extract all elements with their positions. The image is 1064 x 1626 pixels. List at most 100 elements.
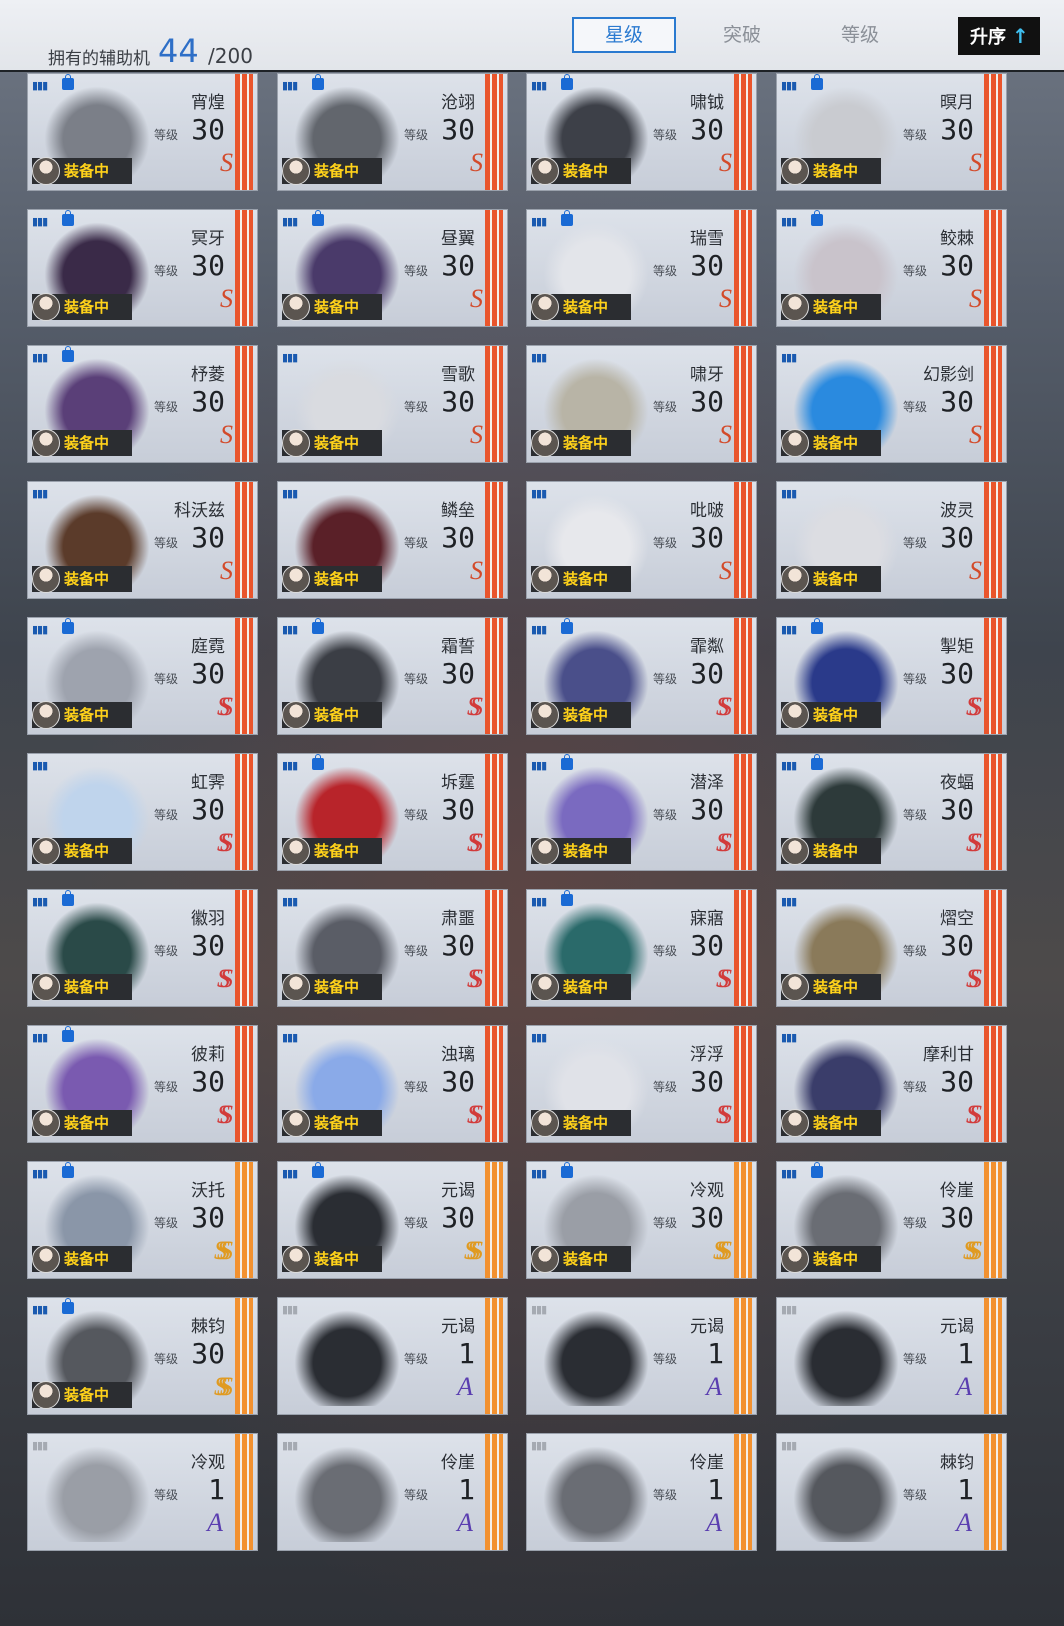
rank-badge: S (969, 148, 982, 177)
support-unit-card[interactable]: ▮▮▮ 暝月 等级 30 S 装备中 (776, 73, 1007, 191)
arrow-up-icon: ↑ (1012, 24, 1029, 48)
support-unit-card[interactable]: ▮▮▮ 潜泽 等级 30 SS 装备中 (526, 753, 757, 871)
rank-badge: SS (966, 1100, 982, 1129)
support-unit-card[interactable]: ▮▮▮ 熠空 等级 30 SS 装备中 (776, 889, 1007, 1007)
unit-level: 30 (940, 657, 974, 690)
pilot-avatar (531, 1245, 559, 1273)
pilot-avatar (32, 429, 60, 457)
level-label: 等级 (154, 672, 179, 686)
unit-level: 30 (191, 249, 225, 282)
support-unit-card[interactable]: ▮▮▮ 宵煌 等级 30 S 装备中 (27, 73, 258, 191)
rank-badge: S (470, 420, 483, 449)
support-unit-card[interactable]: ▮▮▮ 沧翊 等级 30 S 装备中 (277, 73, 508, 191)
owned-label: 拥有的辅助机 (48, 49, 150, 69)
support-unit-card[interactable]: ▮▮▮ 元谒 等级 1 A (277, 1297, 508, 1415)
sort-label: 升序 (970, 27, 1006, 48)
support-unit-card[interactable]: ▮▮▮ 鲛棘 等级 30 S 装备中 (776, 209, 1007, 327)
support-unit-card[interactable]: ▮▮▮ 昼翼 等级 30 S 装备中 (277, 209, 508, 327)
support-unit-card[interactable]: ▮▮▮ 掣矩 等级 30 SS 装备中 (776, 617, 1007, 735)
unit-name: 元谒 (690, 1317, 724, 1337)
level-label: 等级 (154, 1080, 179, 1094)
unit-name: 摩利甘 (923, 1045, 974, 1065)
support-unit-card[interactable]: ▮▮▮ 虹霁 等级 30 SS 装备中 (27, 753, 258, 871)
unit-portrait (294, 1446, 400, 1542)
tab-star[interactable]: 星级 (572, 17, 676, 53)
support-unit-card[interactable]: ▮▮▮ 雪歌 等级 30 S 装备中 (277, 345, 508, 463)
rank-badge: SS (217, 828, 233, 857)
support-unit-card[interactable]: ▮▮▮ 棘钧 等级 30 SSS 装备中 (27, 1297, 258, 1415)
support-unit-card[interactable]: ▮▮▮ 元谒 等级 1 A (776, 1297, 1007, 1415)
header-bar: 拥有的辅助机 44 /200 星级 突破 等级 升序 ↑ (0, 0, 1064, 72)
support-unit-card[interactable]: ▮▮▮ 伶崖 等级 1 A (526, 1433, 757, 1551)
tab-level[interactable]: 等级 (808, 17, 912, 53)
support-unit-card[interactable]: ▮▮▮ 浊璃 等级 30 SS 装备中 (277, 1025, 508, 1143)
rarity-stripes (984, 618, 1002, 734)
support-unit-card[interactable]: ▮▮▮ 冥牙 等级 30 S 装备中 (27, 209, 258, 327)
support-unit-card[interactable]: ▮▮▮ 冷观 等级 30 SSS 装备中 (526, 1161, 757, 1279)
unit-name: 鲛棘 (940, 229, 974, 249)
support-unit-card[interactable]: ▮▮▮ 庭霓 等级 30 SS 装备中 (27, 617, 258, 735)
unit-name: 宵煌 (191, 93, 225, 113)
support-unit-card[interactable]: ▮▮▮ 伶崖 等级 30 SSS 装备中 (776, 1161, 1007, 1279)
support-unit-card[interactable]: ▮▮▮ 肃噩 等级 30 SS 装备中 (277, 889, 508, 1007)
unit-level: 30 (940, 521, 974, 554)
level-label: 等级 (404, 400, 429, 414)
pilot-avatar (282, 1109, 310, 1137)
support-unit-card[interactable]: ▮▮▮ 霏粼 等级 30 SS 装备中 (526, 617, 757, 735)
unit-level: 30 (690, 793, 724, 826)
level-label: 等级 (404, 128, 429, 142)
rank-badge: S (220, 148, 233, 177)
unit-name: 昼翼 (441, 229, 475, 249)
support-unit-card[interactable]: ▮▮▮ 徽羽 等级 30 SS 装备中 (27, 889, 258, 1007)
support-unit-card[interactable]: ▮▮▮ 鳞垒 等级 30 S 装备中 (277, 481, 508, 599)
rarity-stripes (235, 1298, 253, 1414)
support-unit-card[interactable]: ▮▮▮ 啸钺 等级 30 S 装备中 (526, 73, 757, 191)
support-unit-card[interactable]: ▮▮▮ 元谒 等级 1 A (526, 1297, 757, 1415)
rank-badge: SSS (214, 1372, 233, 1401)
rank-badge: A (207, 1508, 223, 1537)
unit-name: 元谒 (441, 1317, 475, 1337)
support-unit-card[interactable]: ▮▮▮ 棘钧 等级 1 A (776, 1433, 1007, 1551)
support-unit-card[interactable]: ▮▮▮ 摩利甘 等级 30 SS 装备中 (776, 1025, 1007, 1143)
pilot-avatar (781, 157, 809, 185)
support-unit-card[interactable]: ▮▮▮ 幻影剑 等级 30 S 装备中 (776, 345, 1007, 463)
unit-level: 1 (208, 1473, 225, 1506)
unit-name: 潜泽 (690, 773, 724, 793)
support-unit-card[interactable]: ▮▮▮ 瑞雪 等级 30 S 装备中 (526, 209, 757, 327)
rank-badge: SS (716, 964, 732, 993)
support-unit-card[interactable]: ▮▮▮ 冷观 等级 1 A (27, 1433, 258, 1551)
unit-portrait (793, 1310, 899, 1406)
unit-name: 徽羽 (191, 909, 225, 929)
support-unit-card[interactable]: ▮▮▮ 杼菱 等级 30 S 装备中 (27, 345, 258, 463)
support-unit-card[interactable]: ▮▮▮ 寐寤 等级 30 SS 装备中 (526, 889, 757, 1007)
rarity-stripes (485, 1434, 503, 1550)
pilot-avatar (781, 429, 809, 457)
sort-ascending-button[interactable]: 升序 ↑ (958, 17, 1040, 55)
support-unit-card[interactable]: ▮▮▮ 彼莉 等级 30 SS 装备中 (27, 1025, 258, 1143)
owned-count: 44 (158, 32, 199, 70)
rank-badge: S (969, 284, 982, 313)
rank-badge: S (470, 556, 483, 585)
unit-name: 杼菱 (191, 365, 225, 385)
support-unit-card[interactable]: ▮▮▮ 啸牙 等级 30 S 装备中 (526, 345, 757, 463)
support-unit-card[interactable]: ▮▮▮ 吡啵 等级 30 S 装备中 (526, 481, 757, 599)
support-unit-card[interactable]: ▮▮▮ 沃托 等级 30 SSS 装备中 (27, 1161, 258, 1279)
rarity-stripes (485, 1026, 503, 1142)
support-unit-card[interactable]: ▮▮▮ 夜蝠 等级 30 SS 装备中 (776, 753, 1007, 871)
support-unit-card[interactable]: ▮▮▮ 浮浮 等级 30 SS 装备中 (526, 1025, 757, 1143)
rank-badge: SS (716, 828, 732, 857)
rarity-stripes (485, 74, 503, 190)
support-unit-card[interactable]: ▮▮▮ 波灵 等级 30 S 装备中 (776, 481, 1007, 599)
support-unit-card[interactable]: ▮▮▮ 霜誓 等级 30 SS 装备中 (277, 617, 508, 735)
rarity-stripes (485, 1298, 503, 1414)
rarity-stripes (984, 74, 1002, 190)
unit-level: 30 (940, 1065, 974, 1098)
support-unit-card[interactable]: ▮▮▮ 伶崖 等级 1 A (277, 1433, 508, 1551)
support-unit-card[interactable]: ▮▮▮ 科沃兹 等级 30 S 装备中 (27, 481, 258, 599)
unit-portrait (543, 1446, 649, 1542)
support-unit-card[interactable]: ▮▮▮ 元谒 等级 30 SSS 装备中 (277, 1161, 508, 1279)
tab-breakthrough[interactable]: 突破 (690, 17, 794, 53)
unit-portrait (294, 1310, 400, 1406)
rank-badge: SS (467, 692, 483, 721)
support-unit-card[interactable]: ▮▮▮ 坼霆 等级 30 SS 装备中 (277, 753, 508, 871)
